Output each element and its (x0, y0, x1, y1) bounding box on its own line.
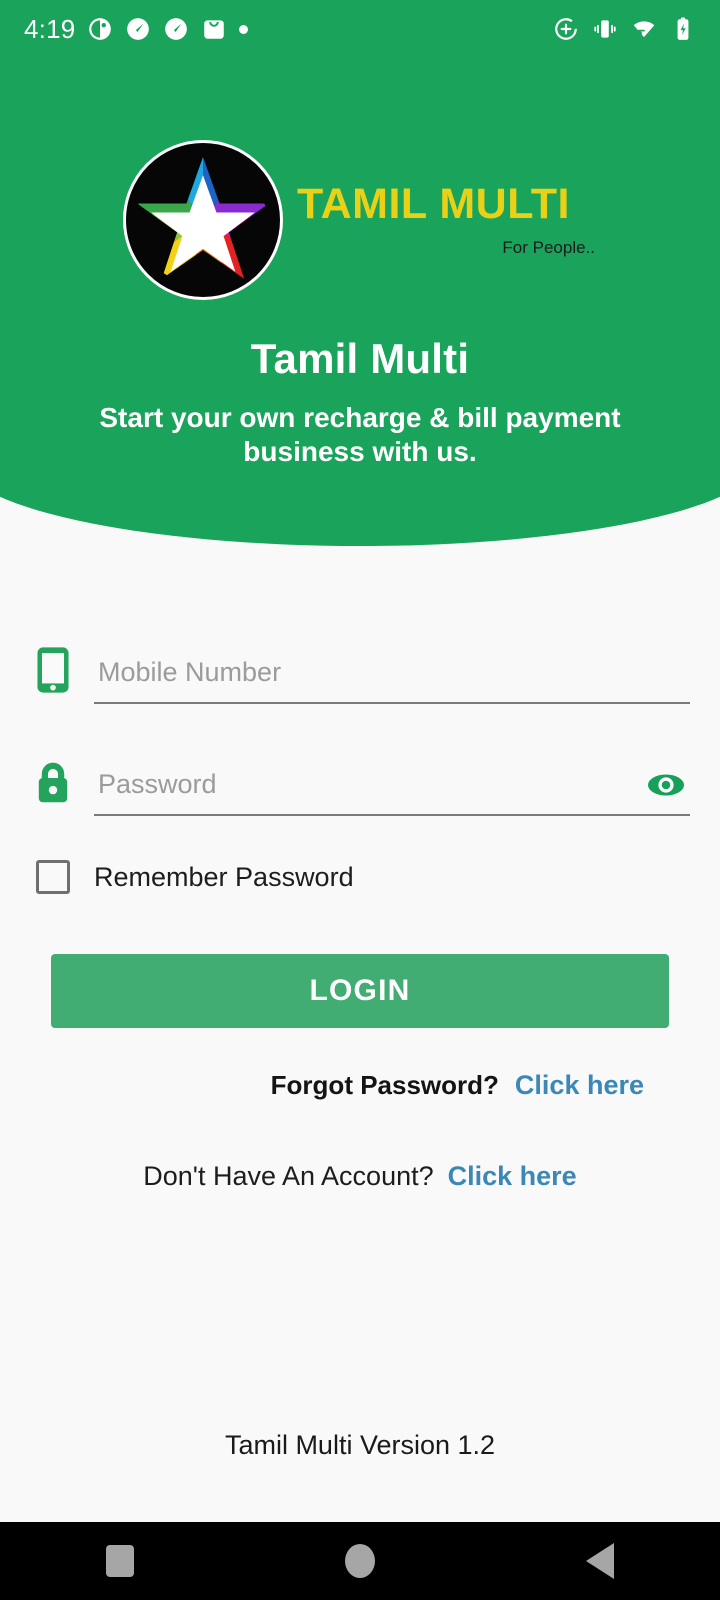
password-field-row (30, 738, 690, 816)
mobile-number-input[interactable] (94, 657, 690, 704)
android-nav-bar (0, 1522, 720, 1600)
dot-icon (239, 24, 249, 34)
home-circle-icon[interactable] (344, 1544, 375, 1578)
eye-icon (648, 774, 684, 796)
status-bar: 4:19 (0, 0, 720, 58)
status-bar-left: 4:19 (24, 13, 249, 45)
header-panel: 4:19 TAMIL MULTI For People.. Tamil Mult… (0, 0, 720, 546)
forgot-password-link[interactable]: Click here (515, 1070, 644, 1101)
remember-password-checkbox[interactable] (36, 860, 70, 894)
brand-tagline: For People.. (502, 237, 595, 257)
forgot-password-row: Forgot Password? Click here (30, 1070, 690, 1101)
phone-icon (30, 640, 76, 700)
password-input[interactable] (94, 769, 690, 816)
vibrate-icon (594, 20, 616, 38)
rainbow-star-icon (137, 157, 269, 279)
app-notification-icon (89, 18, 112, 40)
page-title: Tamil Multi (250, 335, 470, 382)
add-circle-icon (555, 18, 577, 40)
remember-password-label: Remember Password (94, 861, 354, 892)
back-triangle-icon[interactable] (586, 1543, 615, 1579)
login-button[interactable]: LOGIN (51, 954, 669, 1028)
wifi-icon (633, 21, 655, 38)
speedometer-icon (165, 18, 188, 40)
status-bar-right (553, 16, 696, 42)
login-form: Remember Password LOGIN Forgot Password?… (0, 626, 720, 1192)
hero-subtitle: Start your own recharge & bill payment b… (99, 402, 621, 468)
password-input-wrap (94, 769, 690, 816)
logo-row: TAMIL MULTI For People.. (0, 140, 720, 300)
toggle-password-visibility-button[interactable] (644, 770, 688, 800)
hero-block: Tamil Multi Start your own recharge & bi… (0, 335, 720, 469)
signup-row: Don't Have An Account? Click here (30, 1161, 690, 1192)
logo-wordmark: TAMIL MULTI For People.. (297, 179, 597, 258)
remember-password-row[interactable]: Remember Password (30, 860, 690, 894)
signup-link[interactable]: Click here (448, 1161, 577, 1192)
lock-icon (30, 752, 76, 812)
speedometer-icon (127, 18, 150, 40)
brand-name: TAMIL MULTI (297, 179, 570, 228)
login-screen: 4:19 TAMIL MULTI For People.. Tamil Mult… (0, 0, 720, 1600)
forgot-password-label: Forgot Password? (270, 1070, 499, 1100)
shopping-bag-icon (204, 20, 225, 39)
mobile-input-wrap (94, 657, 690, 704)
status-bar-clock: 4:19 (24, 13, 76, 44)
logo-circle (123, 140, 283, 300)
app-version-label: Tamil Multi Version 1.2 (224, 1430, 496, 1460)
battery-charging-icon (677, 17, 689, 40)
signup-prompt-label: Don't Have An Account? (143, 1161, 434, 1191)
mobile-field-row (30, 626, 690, 704)
recents-square-icon[interactable] (105, 1545, 134, 1577)
